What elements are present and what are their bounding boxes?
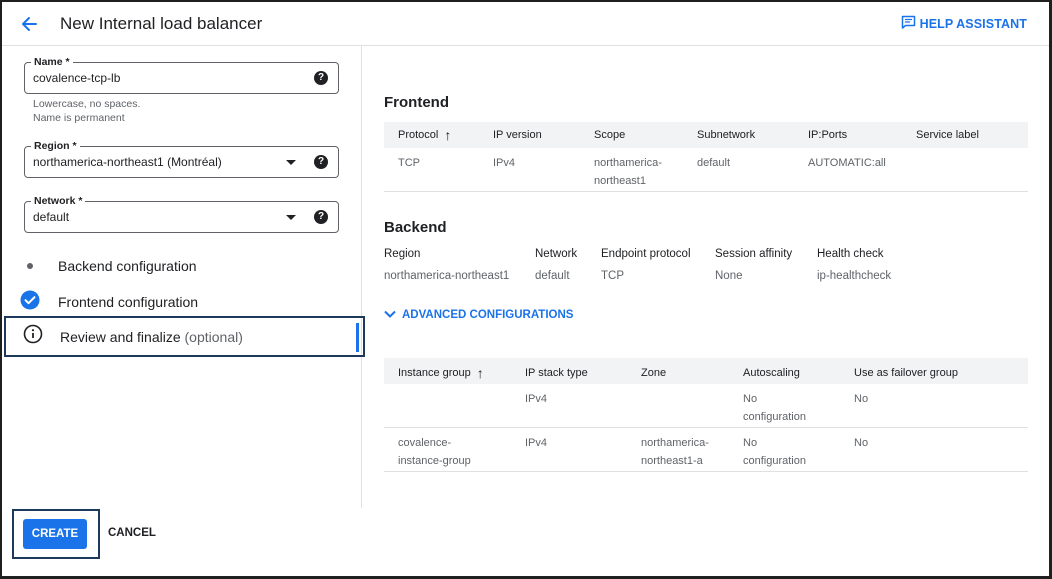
step-label: Review and finalize (optional): [60, 329, 243, 345]
network-select-label: Network *: [31, 195, 86, 207]
cell-autoscaling: No configuration: [743, 434, 806, 470]
cell-instance-group: covalence-instance-group: [398, 434, 471, 470]
step-label-text: Review and finalize: [60, 328, 181, 345]
backend-label-network: Network: [535, 248, 578, 260]
cell-failover: No: [854, 393, 869, 405]
cancel-button[interactable]: CANCEL: [108, 527, 156, 539]
backend-label-session-affinity: Session affinity: [715, 248, 793, 260]
cell-instance-group-line1: covalence-: [398, 437, 452, 449]
name-field-value: covalence-tcp-lb: [33, 71, 121, 85]
table-row: IPv4 No configuration No: [384, 384, 1028, 428]
help-assistant-label: HELP ASSISTANT: [919, 16, 1027, 31]
column-header-service-label: Service label: [916, 129, 979, 141]
help-icon[interactable]: ?: [314, 71, 328, 85]
network-select[interactable]: Network * default ?: [24, 195, 339, 233]
name-hint-lowercase: Lowercase, no spaces.: [33, 98, 141, 110]
instance-group-table: Instance group ↑ IP stack type Zone Autos…: [384, 358, 1028, 472]
dropdown-arrow-icon[interactable]: [286, 215, 296, 220]
cell-scope-line2: northeast1: [594, 175, 646, 187]
backend-value-health-check: ip-healthcheck: [817, 270, 892, 282]
backend-value-region: northamerica-northeast1: [384, 270, 510, 282]
name-field-label: Name *: [31, 56, 73, 68]
create-button[interactable]: CREATE: [23, 519, 87, 549]
advanced-configurations-toggle[interactable]: ADVANCED CONFIGURATIONS: [384, 309, 573, 321]
dropdown-arrow-icon[interactable]: [286, 160, 296, 165]
step-backend-configuration[interactable]: Backend configuration: [2, 248, 362, 284]
column-header-ip-stack-type: IP stack type: [525, 367, 588, 379]
frontend-table-header: Protocol ↑ IP version Scope Subnetwork IP…: [384, 122, 1028, 148]
info-icon: [23, 324, 43, 349]
cell-protocol: TCP: [398, 157, 420, 169]
cell-zone-line1: northamerica-: [641, 437, 709, 449]
cell-scope: northamerica-northeast1: [594, 154, 662, 190]
column-header-label: Protocol: [398, 129, 439, 141]
name-field[interactable]: Name * covalence-tcp-lb ?: [24, 56, 339, 94]
cell-autoscaling: No configuration: [743, 390, 806, 426]
column-header-ip-ports: IP:Ports: [808, 129, 848, 141]
step-optional-text: (optional): [184, 328, 243, 345]
help-icon[interactable]: ?: [314, 155, 328, 169]
column-header-scope: Scope: [594, 129, 626, 141]
cell-autoscaling-line2: configuration: [743, 411, 806, 423]
left-panel: Name * covalence-tcp-lb ? Lowercase, no …: [2, 46, 365, 508]
table-row: TCP IPv4 northamerica-northeast1 default…: [384, 148, 1028, 192]
cell-autoscaling-line1: No: [743, 393, 758, 405]
cell-zone: northamerica-northeast1-a: [641, 434, 709, 470]
column-header-failover-group: Use as failover group: [854, 367, 958, 379]
frontend-table: Protocol ↑ IP version Scope Subnetwork IP…: [384, 122, 1028, 192]
sort-up-arrow-icon[interactable]: ↑: [444, 128, 451, 142]
backend-value-session-affinity: None: [715, 270, 743, 282]
step-review-and-finalize[interactable]: Review and finalize (optional): [4, 316, 365, 357]
column-header-subnetwork: Subnetwork: [697, 129, 756, 141]
review-panel: Frontend Protocol ↑ IP version Scope Subn…: [362, 46, 1049, 508]
help-assistant-button[interactable]: HELP ASSISTANT: [901, 15, 1027, 32]
active-step-indicator: [356, 323, 359, 352]
step-frontend-configuration[interactable]: Frontend configuration: [2, 284, 362, 320]
region-select-label: Region *: [31, 140, 80, 152]
backend-label-health-check: Health check: [817, 248, 884, 260]
step-pending-dot-icon: [27, 263, 33, 269]
region-select-value: northamerica-northeast1 (Montréal): [33, 155, 222, 169]
backend-label-endpoint-protocol: Endpoint protocol: [601, 248, 691, 260]
name-hint-permanent: Name is permanent: [33, 112, 125, 124]
backend-label-region: Region: [384, 248, 421, 260]
frontend-heading: Frontend: [384, 94, 449, 111]
advanced-configurations-label: ADVANCED CONFIGURATIONS: [402, 309, 574, 321]
column-header-protocol[interactable]: Protocol ↑: [398, 126, 451, 144]
page-header: New Internal load balancer HELP ASSISTAN…: [2, 2, 1049, 46]
back-arrow-icon[interactable]: [18, 13, 40, 35]
cell-instance-group-line2: instance-group: [398, 455, 471, 467]
chevron-down-icon: [384, 309, 396, 321]
help-icon[interactable]: ?: [314, 210, 328, 224]
backend-value-endpoint-protocol: TCP: [601, 270, 624, 282]
sort-up-arrow-icon[interactable]: ↑: [477, 366, 484, 380]
cell-autoscaling-line1: No: [743, 437, 758, 449]
check-circle-icon: [20, 290, 40, 315]
cell-scope-line1: northamerica-: [594, 157, 662, 169]
cell-ip-stack-type: IPv4: [525, 437, 548, 449]
cell-autoscaling-line2: configuration: [743, 455, 806, 467]
table-row: covalence-instance-group IPv4 northameri…: [384, 428, 1028, 472]
backend-heading: Backend: [384, 219, 447, 236]
cell-subnetwork: default: [697, 157, 731, 169]
cell-ip-stack-type: IPv4: [525, 393, 548, 405]
network-select-value: default: [33, 210, 70, 224]
column-header-autoscaling: Autoscaling: [743, 367, 800, 379]
cell-zone-line2: northeast1-a: [641, 455, 703, 467]
page-title: New Internal load balancer: [60, 14, 263, 33]
backend-value-network: default: [535, 270, 570, 282]
column-header-zone: Zone: [641, 367, 667, 379]
cell-failover: No: [854, 437, 869, 449]
cell-ip-ports: AUTOMATIC:all: [808, 157, 886, 169]
column-header-label: Instance group: [398, 367, 471, 379]
column-header-instance-group[interactable]: Instance group ↑: [398, 364, 484, 382]
instance-group-table-header: Instance group ↑ IP stack type Zone Autos…: [384, 358, 1028, 384]
feedback-icon: [901, 15, 916, 32]
step-label: Backend configuration: [58, 258, 197, 274]
cell-ip-version: IPv4: [493, 157, 516, 169]
column-header-ip-version: IP version: [493, 129, 542, 141]
region-select[interactable]: Region * northamerica-northeast1 (Montré…: [24, 140, 339, 178]
step-label: Frontend configuration: [58, 294, 199, 310]
